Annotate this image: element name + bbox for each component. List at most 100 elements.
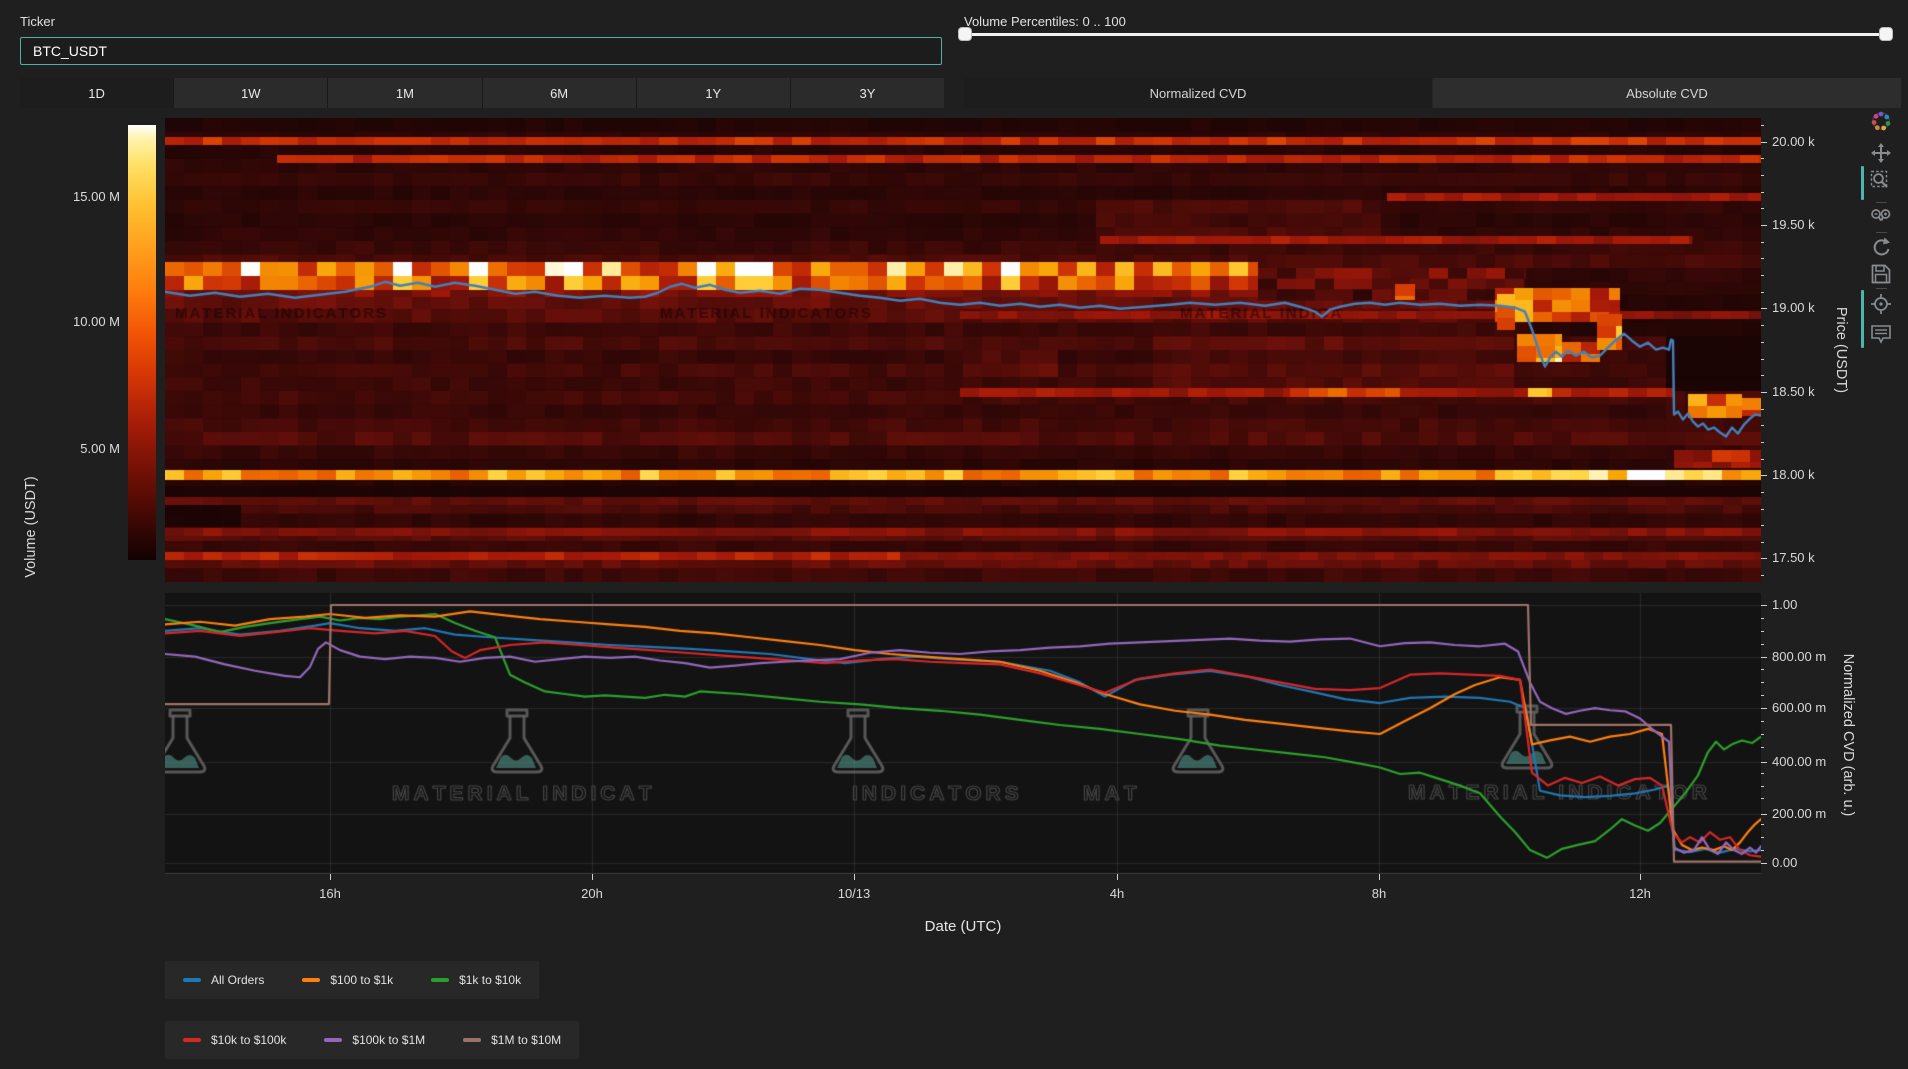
ticker-input[interactable]: [20, 37, 942, 65]
tick-mark: [1761, 798, 1764, 799]
pan-tool-icon[interactable]: [1870, 142, 1892, 164]
tick-mark: [1761, 342, 1764, 343]
tick-mark: [1761, 747, 1764, 748]
tick-mark: [1761, 225, 1767, 226]
tick-mark: [1761, 618, 1764, 619]
tick-mark: [1761, 125, 1764, 126]
tick-label: 12h: [1610, 886, 1670, 902]
tick-mark: [1761, 375, 1764, 376]
tick-label: 20.00 k: [1772, 134, 1815, 150]
legend-item-all-orders[interactable]: All Orders: [183, 973, 264, 987]
plotly-logo-icon[interactable]: [1870, 110, 1892, 132]
tick-mark: [1761, 192, 1764, 193]
tick-label: 0.00: [1772, 855, 1797, 871]
tick-label: 8h: [1349, 886, 1409, 902]
tick-mark: [1761, 695, 1764, 696]
tick-mark: [1761, 786, 1764, 787]
tick-mark: [1761, 631, 1764, 632]
tick-label: 20h: [562, 886, 622, 902]
tick-label: 800.00 m: [1772, 649, 1826, 665]
price-axis-title: Price (USDT): [1833, 270, 1849, 430]
tick-mark: [1761, 258, 1764, 259]
volume-percentile-slider-track[interactable]: [964, 33, 1893, 36]
tick-label: 200.00 m: [1772, 806, 1826, 822]
tick-mark: [1761, 392, 1767, 393]
tab-absolute-cvd[interactable]: Absolute CVD: [1432, 78, 1901, 108]
zoom-in-out-icon[interactable]: [1870, 206, 1892, 228]
cvd-chart-canvas[interactable]: [165, 593, 1761, 874]
legend-label: $100k to $1M: [352, 1033, 425, 1047]
tick-mark: [1761, 575, 1764, 576]
legend-dash-icon: [302, 978, 320, 982]
tick-mark: [1761, 762, 1767, 763]
tick-mark: [1761, 459, 1764, 460]
hover-mode-icon[interactable]: [1870, 323, 1892, 345]
tick-mark: [330, 874, 331, 880]
tick-label: 17.50 k: [1772, 550, 1815, 566]
tick-mark: [1379, 874, 1380, 880]
ticker-label: Ticker: [20, 14, 55, 29]
reset-axes-icon[interactable]: [1870, 236, 1892, 258]
box-zoom-icon[interactable]: [1870, 170, 1892, 192]
tick-mark: [592, 874, 593, 880]
tick-mark: [1761, 850, 1764, 851]
cvd-tab-row: Normalized CVD Absolute CVD: [964, 78, 1901, 108]
date-axis-title: Date (UTC): [883, 918, 1043, 935]
tick-mark: [1761, 425, 1764, 426]
tick-mark: [1761, 275, 1764, 276]
timeframe-button-6m[interactable]: 6M: [483, 78, 636, 108]
volume-colorbar: [128, 125, 156, 560]
timeframe-button-1w[interactable]: 1W: [174, 78, 327, 108]
tick-mark: [1761, 824, 1764, 825]
tick-mark: [1761, 409, 1764, 410]
tick-label: 400.00 m: [1772, 754, 1826, 770]
tick-mark: [1761, 325, 1764, 326]
timeframe-button-1y[interactable]: 1Y: [637, 78, 790, 108]
modebar-separator: [1876, 232, 1887, 233]
volume-percentile-slider-handle-high[interactable]: [1879, 27, 1893, 41]
legend-item-10k-100k[interactable]: $10k to $100k: [183, 1033, 286, 1047]
tick-mark: [1761, 734, 1764, 735]
timeframe-button-1m[interactable]: 1M: [328, 78, 481, 108]
legend-label: $100 to $1k: [330, 973, 393, 987]
tick-mark: [1761, 308, 1767, 309]
legend-item-1k-10k[interactable]: $1k to $10k: [431, 973, 521, 987]
toggle-spikelines-icon[interactable]: [1870, 293, 1892, 315]
save-snapshot-icon[interactable]: [1870, 263, 1892, 285]
tick-mark: [1761, 558, 1767, 559]
timeframe-button-1d[interactable]: 1D: [20, 78, 173, 108]
legend-item-100k-1m[interactable]: $100k to $1M: [324, 1033, 425, 1047]
tick-mark: [1761, 837, 1764, 838]
tick-mark: [1761, 475, 1767, 476]
timeframe-button-3y[interactable]: 3Y: [791, 78, 944, 108]
tick-mark: [1761, 142, 1767, 143]
tick-mark: [1761, 242, 1764, 243]
tick-mark: [854, 874, 855, 880]
legend-item-1m-10m[interactable]: $1M to $10M: [463, 1033, 561, 1047]
tick-mark: [1761, 669, 1764, 670]
tick-mark: [1761, 682, 1764, 683]
legend-dash-icon: [324, 1038, 342, 1042]
tick-label: 1.00: [1772, 597, 1797, 613]
tick-mark: [1640, 874, 1641, 880]
tick-label: 18.00 k: [1772, 467, 1815, 483]
tick-label: 10/13: [824, 886, 884, 902]
tick-mark: [1761, 158, 1764, 159]
legend-label: $1M to $10M: [491, 1033, 561, 1047]
legend-row-1: All Orders $100 to $1k $1k to $10k: [165, 961, 539, 999]
modebar-separator: [1876, 202, 1887, 203]
legend-dash-icon: [183, 1038, 201, 1042]
tab-normalized-cvd[interactable]: Normalized CVD: [964, 78, 1432, 108]
tick-label: 4h: [1087, 886, 1147, 902]
legend-item-100-1k[interactable]: $100 to $1k: [302, 973, 393, 987]
liquidity-heatmap-canvas[interactable]: [165, 118, 1761, 582]
tick-mark: [1761, 863, 1767, 864]
tick-label: 10.00 M: [30, 314, 120, 329]
tick-mark: [1761, 644, 1764, 645]
tick-mark: [1761, 208, 1764, 209]
volume-percentile-slider-handle-low[interactable]: [958, 27, 972, 41]
legend-dash-icon: [431, 978, 449, 982]
tick-mark: [1761, 509, 1764, 510]
tick-label: 18.50 k: [1772, 384, 1815, 400]
modebar-active-indicator: [1861, 290, 1864, 348]
